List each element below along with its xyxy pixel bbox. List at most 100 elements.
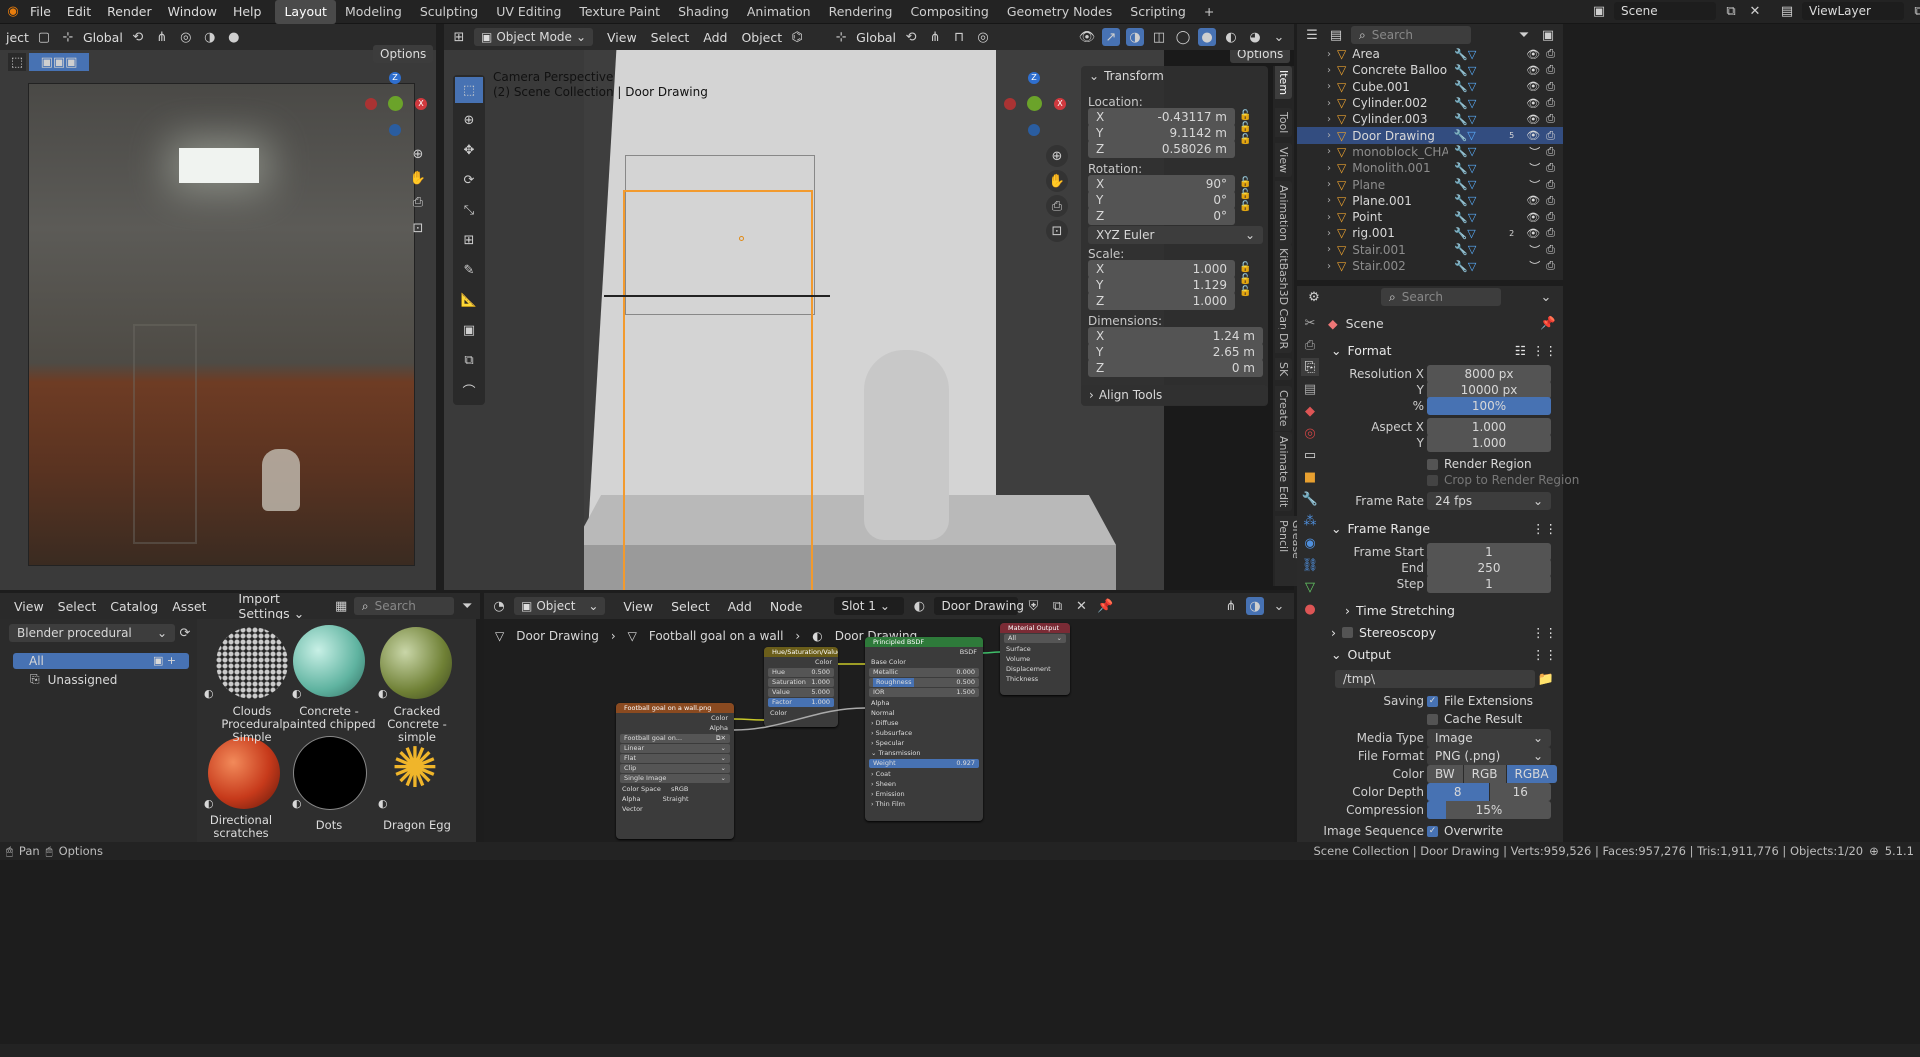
editor-type-icon[interactable]: ⊞ <box>450 28 468 46</box>
cache-result-checkbox[interactable]: Cache Result <box>1427 712 1522 726</box>
catalog-unassigned[interactable]: ⎘ Unassigned <box>30 672 117 687</box>
render-camera-icon[interactable]: ⎙ <box>1546 96 1555 110</box>
add-cube-tool-icon[interactable]: ▣ <box>455 317 483 343</box>
frame-range-panel-header[interactable]: ⌄ Frame Range ⋮⋮ <box>1331 517 1557 539</box>
view-layer-selector[interactable]: ViewLayer <box>1802 2 1904 20</box>
frame-rate-dropdown[interactable]: 24 fps ⌄ <box>1427 492 1551 510</box>
modifier-icon[interactable]: 🔧▽ <box>1454 113 1504 126</box>
transform-title[interactable]: Transform <box>1104 69 1164 83</box>
lock-icon[interactable]: 🔓 <box>1239 189 1251 200</box>
camera-view-icon[interactable]: ⎙ <box>1046 195 1068 217</box>
modifier-icon[interactable]: 🔧▽ <box>1454 260 1504 273</box>
lock-icon[interactable]: 🔓 <box>1239 110 1251 121</box>
modifier-icon[interactable]: 🔧▽ <box>1454 194 1504 207</box>
expand-icon[interactable]: › <box>1327 130 1331 141</box>
proportional-edit-icon[interactable]: ◎ <box>974 28 992 46</box>
outliner-row[interactable]: › ▽ Point 🔧▽ 👁 ⎙ <box>1297 209 1563 225</box>
tab-dr[interactable]: DR <box>1275 329 1292 354</box>
outliner-item-name[interactable]: Concrete Balloon <box>1352 63 1448 77</box>
outliner-item-name[interactable]: Area <box>1352 47 1448 61</box>
scale-z-field[interactable]: Z 1.000 <box>1088 292 1235 310</box>
lock-camera-icon[interactable]: ⊡ <box>1046 220 1068 242</box>
select-tool-icon[interactable]: ⬚ <box>8 53 26 71</box>
orientation-selector[interactable]: Global <box>856 30 896 45</box>
asset-menu-asset[interactable]: Asset <box>172 599 206 614</box>
node-editor-type-icon[interactable]: ◔ <box>490 597 508 615</box>
mode-selector[interactable]: ject <box>6 30 29 45</box>
asset-label[interactable]: Dots <box>279 819 379 832</box>
file-extensions-checkbox[interactable]: ✓ File Extensions <box>1427 694 1533 708</box>
gizmo-toggle-icon[interactable]: ↗ <box>1102 28 1120 46</box>
expand-icon[interactable]: › <box>1327 114 1331 125</box>
pivot-icon[interactable]: ⟲ <box>129 28 147 46</box>
tab-tool[interactable]: Tool <box>1275 108 1292 138</box>
menu-help[interactable]: Help <box>225 0 270 24</box>
format-panel-header[interactable]: ⌄ Format ☷ ⋮⋮ <box>1331 339 1557 361</box>
pin-icon[interactable]: 📌 <box>1540 315 1556 331</box>
outliner-item-name[interactable]: Cylinder.003 <box>1352 112 1448 126</box>
asset-label[interactable]: Directional scratches <box>191 814 291 840</box>
expand-icon[interactable]: › <box>1327 163 1331 174</box>
chevron-down-icon[interactable]: ⌄ <box>1537 288 1555 306</box>
frame-step-field[interactable]: 1 <box>1427 575 1551 593</box>
expand-icon[interactable]: › <box>1327 65 1331 76</box>
asset-label[interactable]: Concrete - painted chipped <box>279 705 379 731</box>
depth-16-option[interactable]: 16 <box>1489 783 1551 801</box>
render-camera-icon[interactable]: ⎙ <box>1546 112 1555 126</box>
outliner-row[interactable]: › ▽ Plane 🔧▽ ︶ ⎙ <box>1297 176 1563 192</box>
outliner-row[interactable]: › ▽ Door Drawing 🔧▽ 5 👁 ⎙ <box>1297 127 1563 144</box>
overlay-icon[interactable]: ◑ <box>201 28 219 46</box>
visibility-eye-icon[interactable]: ︶ <box>1529 177 1540 193</box>
visibility-icon[interactable]: 👁 <box>1078 28 1096 46</box>
render-camera-icon[interactable]: ⎙ <box>1546 63 1555 77</box>
outliner-row[interactable]: › ▽ Concrete Balloon 🔧▽ 👁 ⎙ <box>1297 62 1563 78</box>
menu-render[interactable]: Render <box>99 0 160 24</box>
modifier-icon[interactable]: 🔧▽ <box>1454 227 1504 240</box>
time-stretching-header[interactable]: › Time Stretching <box>1345 599 1571 621</box>
node-menu-add[interactable]: Add <box>728 599 752 614</box>
scene-selector[interactable]: Scene <box>1614 2 1716 20</box>
outliner-row[interactable]: › ▽ Cube.001 🔧▽ 👁 ⎙ <box>1297 79 1563 95</box>
lock-icon[interactable]: 🔓 <box>1239 122 1251 133</box>
shader-type-dropdown[interactable]: ▣ Object ⌄ <box>514 597 606 615</box>
modifier-icon[interactable]: 🔧▽ <box>1454 80 1504 93</box>
expand-icon[interactable]: › <box>1327 261 1331 272</box>
lock-icon[interactable]: 🔓 <box>1239 274 1251 285</box>
new-collection-icon[interactable]: ▣ <box>1539 26 1557 44</box>
snap-icon[interactable]: ⋔ <box>153 28 171 46</box>
render-region-checkbox[interactable]: Render Region <box>1427 457 1532 471</box>
render-camera-icon[interactable]: ⎙ <box>1546 47 1555 61</box>
measure-tool-icon[interactable]: 📐 <box>455 287 483 313</box>
render-tab-icon[interactable]: ⎙ <box>1301 336 1319 354</box>
tab-sculpting[interactable]: Sculpting <box>411 0 487 24</box>
asset-thumb-cracked-concrete[interactable] <box>380 627 452 699</box>
duplicate-material-icon[interactable]: ⧉ <box>1048 597 1066 615</box>
outliner-row[interactable]: › ▽ monoblock_CHAIR 🔧▽ ︶ ⎙ <box>1297 144 1563 160</box>
color-rgba-option[interactable]: RGBA <box>1506 765 1557 783</box>
visibility-eye-icon[interactable]: 👁 <box>1526 80 1540 93</box>
pan-hand-icon[interactable]: ✋ <box>1046 170 1068 192</box>
stereoscopy-header[interactable]: › Stereoscopy ⋮⋮ <box>1331 621 1557 643</box>
annotate-tool-icon[interactable]: ✎ <box>455 257 483 283</box>
modifier-icon[interactable]: 🔧▽ <box>1454 97 1504 110</box>
node-canvas[interactable]: ▽ Door Drawing › ▽ Football goal on a wa… <box>484 619 1294 842</box>
view-layer-icon[interactable]: ▤ <box>1778 2 1796 20</box>
location-z-field[interactable]: Z 0.58026 m <box>1088 140 1235 158</box>
outliner-row[interactable]: › ▽ Monolith.001 🔧▽ ︶ ⎙ <box>1297 160 1563 176</box>
lock-icon[interactable]: 🔓 <box>1239 286 1251 297</box>
aspect-y-field[interactable]: 1.000 <box>1427 434 1551 452</box>
material-tab-icon[interactable]: ● <box>1301 600 1319 618</box>
asset-search[interactable]: ⌕ Search <box>353 597 455 615</box>
modifier-icon[interactable]: 🔧▽ <box>1454 64 1504 77</box>
expand-icon[interactable]: › <box>1327 195 1331 206</box>
pan-hand-icon[interactable]: ✋ <box>409 169 427 187</box>
render-camera-icon[interactable]: ⎙ <box>1546 243 1555 257</box>
menu-edit[interactable]: Edit <box>59 0 99 24</box>
zoom-icon[interactable]: ⊕ <box>1046 145 1068 167</box>
expand-icon[interactable]: › <box>1327 49 1331 60</box>
crop-region-checkbox[interactable]: Crop to Render Region <box>1427 473 1579 487</box>
asset-menu-view[interactable]: View <box>14 599 44 614</box>
asset-thumb-dragon-egg[interactable]: ✺ <box>383 737 447 801</box>
rendered-shading-icon[interactable]: ◕ <box>1246 28 1264 46</box>
blender-logo-icon[interactable]: ◉ <box>4 3 22 21</box>
